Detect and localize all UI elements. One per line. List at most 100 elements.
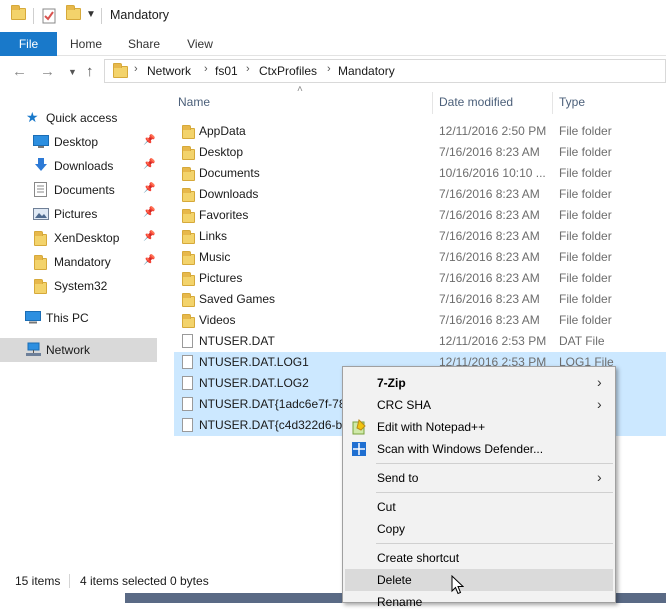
chevron-right-icon[interactable]: › xyxy=(246,63,250,75)
file-name: Desktop xyxy=(199,145,244,159)
nav-label: Quick access xyxy=(46,111,118,125)
menu-item-edit-notepadpp[interactable]: Edit with Notepad++ xyxy=(345,416,613,438)
nav-item-pictures[interactable]: Pictures 📌 xyxy=(0,202,157,226)
file-row[interactable]: AppData 12/11/2016 2:50 PM File folder xyxy=(174,121,666,142)
menu-item-delete[interactable]: Delete xyxy=(345,569,613,591)
file-name: Downloads xyxy=(199,187,259,201)
file-row[interactable]: Videos 7/16/2016 8:23 AM File folder xyxy=(174,310,666,331)
chevron-right-icon[interactable]: › xyxy=(134,63,138,75)
file-icon xyxy=(182,376,193,393)
menu-item-create-shortcut[interactable]: Create shortcut xyxy=(345,547,613,569)
pin-icon[interactable]: 📌 xyxy=(143,183,155,194)
menu-item-copy[interactable]: Copy xyxy=(345,518,613,540)
nav-item-network[interactable]: Network xyxy=(0,338,157,362)
folder-icon xyxy=(182,146,195,163)
file-date: 7/16/2016 8:23 AM xyxy=(439,208,540,222)
file-row[interactable]: Music 7/16/2016 8:23 AM File folder xyxy=(174,247,666,268)
back-arrow-icon[interactable]: ← xyxy=(12,63,27,80)
nav-label: System32 xyxy=(54,279,108,293)
customize-toolbar-icon[interactable]: ▼ xyxy=(86,9,96,20)
defender-icon xyxy=(351,441,367,457)
file-row[interactable]: Favorites 7/16/2016 8:23 AM File folder xyxy=(174,205,666,226)
pin-icon[interactable]: 📌 xyxy=(143,231,155,242)
menu-item-7zip[interactable]: 7-Zip › xyxy=(345,372,613,394)
menu-label: Send to xyxy=(377,471,419,485)
tab-home[interactable]: Home xyxy=(62,32,110,56)
folder-icon xyxy=(11,5,26,23)
breadcrumb-mandatory[interactable]: Mandatory xyxy=(338,64,395,78)
properties-icon[interactable] xyxy=(42,8,56,27)
address-bar[interactable]: › Network › fs01 › CtxProfiles › Mandato… xyxy=(104,59,666,83)
documents-icon xyxy=(34,182,47,200)
menu-label: Delete xyxy=(377,573,412,587)
folder-icon xyxy=(34,279,47,297)
file-icon xyxy=(182,397,193,414)
file-type: File folder xyxy=(559,124,612,138)
column-divider[interactable] xyxy=(552,92,553,114)
breadcrumb-network[interactable]: Network xyxy=(147,64,191,78)
tab-view[interactable]: View xyxy=(178,32,222,56)
pin-icon[interactable]: 📌 xyxy=(143,207,155,218)
file-type: File folder xyxy=(559,187,612,201)
menu-item-rename[interactable]: Rename xyxy=(345,591,613,613)
file-type: File folder xyxy=(559,166,612,180)
nav-item-desktop[interactable]: Desktop 📌 xyxy=(0,130,157,154)
file-name: Documents xyxy=(199,166,260,180)
breadcrumb-ctxprofiles[interactable]: CtxProfiles xyxy=(259,64,317,78)
file-type: File folder xyxy=(559,229,612,243)
menu-item-send-to[interactable]: Send to › xyxy=(345,467,613,489)
file-date: 10/16/2016 10:10 ... xyxy=(439,166,546,180)
menu-item-crc-sha[interactable]: CRC SHA › xyxy=(345,394,613,416)
pin-icon[interactable]: 📌 xyxy=(143,255,155,266)
up-arrow-icon[interactable]: ↑ xyxy=(86,63,94,80)
nav-item-this-pc[interactable]: This PC xyxy=(0,306,157,330)
downloads-icon xyxy=(33,157,49,176)
computer-icon xyxy=(25,311,41,327)
nav-item-system32[interactable]: System32 xyxy=(0,274,157,298)
menu-item-scan-defender[interactable]: Scan with Windows Defender... xyxy=(345,438,613,460)
file-row[interactable]: Downloads 7/16/2016 8:23 AM File folder xyxy=(174,184,666,205)
file-row[interactable]: Links 7/16/2016 8:23 AM File folder xyxy=(174,226,666,247)
folder-icon xyxy=(182,251,195,268)
recent-locations-icon[interactable]: ▼ xyxy=(68,67,77,77)
breadcrumb-fs01[interactable]: fs01 xyxy=(215,64,238,78)
menu-label: Create shortcut xyxy=(377,551,460,565)
tab-share[interactable]: Share xyxy=(121,32,167,56)
sort-ascending-icon: ˄ xyxy=(297,84,303,95)
nav-label: Mandatory xyxy=(54,255,111,269)
file-row[interactable]: NTUSER.DAT 12/11/2016 2:53 PM DAT File xyxy=(174,331,666,352)
file-name: Videos xyxy=(199,313,236,327)
chevron-right-icon[interactable]: › xyxy=(327,63,331,75)
pin-icon[interactable]: 📌 xyxy=(143,159,155,170)
file-row[interactable]: Saved Games 7/16/2016 8:23 AM File folder xyxy=(174,289,666,310)
file-name: AppData xyxy=(199,124,246,138)
file-name: NTUSER.DAT.LOG2 xyxy=(199,376,309,390)
column-header-name[interactable]: Name xyxy=(178,95,210,109)
column-header-date[interactable]: Date modified xyxy=(439,95,513,109)
menu-label: Rename xyxy=(377,595,423,609)
column-header-type[interactable]: Type xyxy=(559,95,585,109)
menu-label: Copy xyxy=(377,522,406,536)
file-type: File folder xyxy=(559,313,612,327)
new-folder-icon[interactable] xyxy=(66,5,81,23)
file-row[interactable]: Pictures 7/16/2016 8:23 AM File folder xyxy=(174,268,666,289)
forward-arrow-icon[interactable]: → xyxy=(40,63,55,80)
tab-file[interactable]: File xyxy=(0,32,57,56)
nav-item-mandatory[interactable]: Mandatory 📌 xyxy=(0,250,157,274)
chevron-right-icon[interactable]: › xyxy=(204,63,208,75)
pin-icon[interactable]: 📌 xyxy=(143,135,155,146)
nav-item-documents[interactable]: Documents 📌 xyxy=(0,178,157,202)
file-row[interactable]: Documents 10/16/2016 10:10 ... File folder xyxy=(174,163,666,184)
file-name: Saved Games xyxy=(199,292,276,306)
file-date: 12/11/2016 2:50 PM xyxy=(439,124,547,138)
menu-item-cut[interactable]: Cut xyxy=(345,496,613,518)
nav-item-xendesktop[interactable]: XenDesktop 📌 xyxy=(0,226,157,250)
file-type: DAT File xyxy=(559,334,605,348)
title-bar: ▼ Mandatory xyxy=(0,0,666,32)
nav-quick-access[interactable]: ★ Quick access xyxy=(0,106,157,130)
folder-icon xyxy=(182,314,195,331)
star-icon: ★ xyxy=(26,109,39,125)
nav-item-downloads[interactable]: Downloads 📌 xyxy=(0,154,157,178)
column-divider[interactable] xyxy=(432,92,433,114)
file-row[interactable]: Desktop 7/16/2016 8:23 AM File folder xyxy=(174,142,666,163)
